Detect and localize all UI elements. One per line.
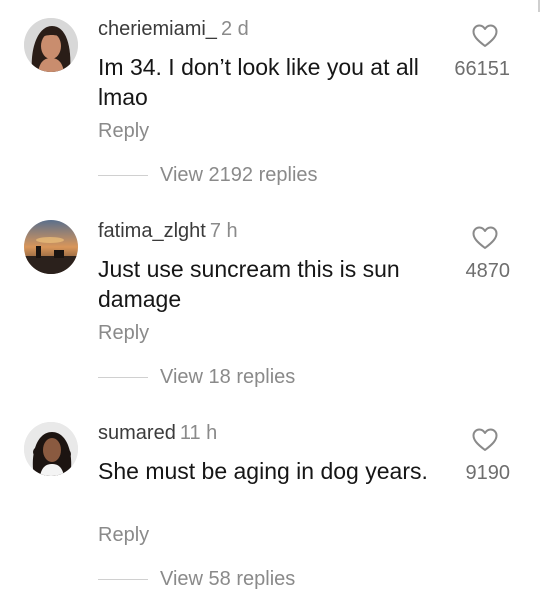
timestamp: 11 h <box>179 422 218 444</box>
comment-text: Im 34. I don’t look like you at all lmao <box>98 54 419 110</box>
avatar-curly-hair-woman-icon <box>24 422 78 476</box>
reply-button[interactable]: Reply <box>98 118 149 144</box>
username[interactable]: fatima_zlght <box>98 220 206 242</box>
reply-button[interactable]: Reply <box>98 320 149 346</box>
comment-item: cheriemiami_ 2 d Im 34. I don’t look like… <box>0 0 540 202</box>
like-count: 4870 <box>465 260 511 282</box>
divider <box>98 579 148 580</box>
comment-meta: sumared 11 h <box>98 420 217 446</box>
avatar[interactable] <box>24 422 78 476</box>
view-replies-button[interactable]: View 58 replies <box>160 566 295 592</box>
comment-meta: fatima_zlght 7 h <box>98 218 238 244</box>
like-count: 66151 <box>454 58 510 80</box>
view-replies-button[interactable]: View 18 replies <box>160 364 295 390</box>
comment-item: fatima_zlght 7 h Just use suncream this i… <box>0 202 540 404</box>
reply-button[interactable]: Reply <box>98 522 149 548</box>
comment-text: Just use suncream this is sun damage <box>98 256 400 312</box>
divider <box>98 175 148 176</box>
avatar-sunset-scene-icon <box>24 220 78 274</box>
like-button[interactable]: 9190 <box>420 428 510 492</box>
divider <box>98 377 148 378</box>
comment-meta: cheriemiami_ 2 d <box>98 16 249 42</box>
like-button[interactable]: 4870 <box>420 226 510 290</box>
avatar[interactable] <box>24 18 78 72</box>
comment-text: She must be aging in dog years. <box>98 458 428 484</box>
comment-item: sumared 11 h She must be aging in dog yea… <box>0 404 540 606</box>
view-replies-button[interactable]: View 2192 replies <box>160 162 318 188</box>
heart-outline-icon <box>472 428 498 452</box>
heart-outline-icon <box>472 24 498 48</box>
username[interactable]: sumared <box>98 422 176 444</box>
avatar-dark-hair-woman-icon <box>24 18 78 72</box>
avatar[interactable] <box>24 220 78 274</box>
like-button[interactable]: 66151 <box>420 24 510 88</box>
username[interactable]: cheriemiami_ <box>98 18 217 40</box>
timestamp: 2 d <box>220 18 249 40</box>
like-count: 9190 <box>465 462 511 484</box>
timestamp: 7 h <box>209 220 238 242</box>
heart-outline-icon <box>472 226 498 250</box>
